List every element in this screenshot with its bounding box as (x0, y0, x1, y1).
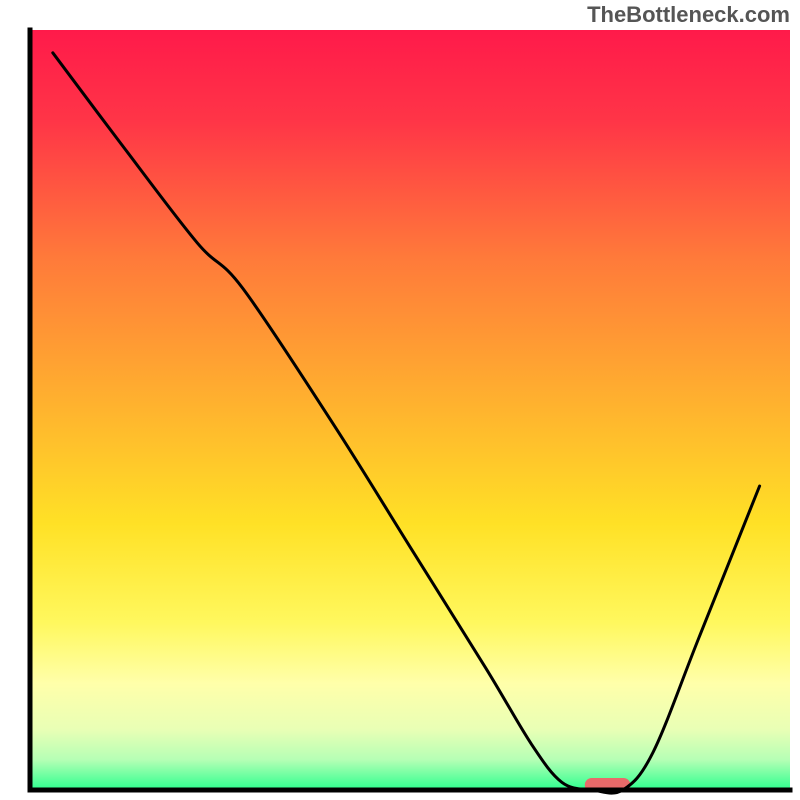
gradient-background (30, 30, 790, 790)
plot-area (30, 30, 790, 793)
watermark-label: TheBottleneck.com (587, 2, 790, 28)
bottleneck-chart (0, 0, 800, 800)
chart-container: TheBottleneck.com (0, 0, 800, 800)
